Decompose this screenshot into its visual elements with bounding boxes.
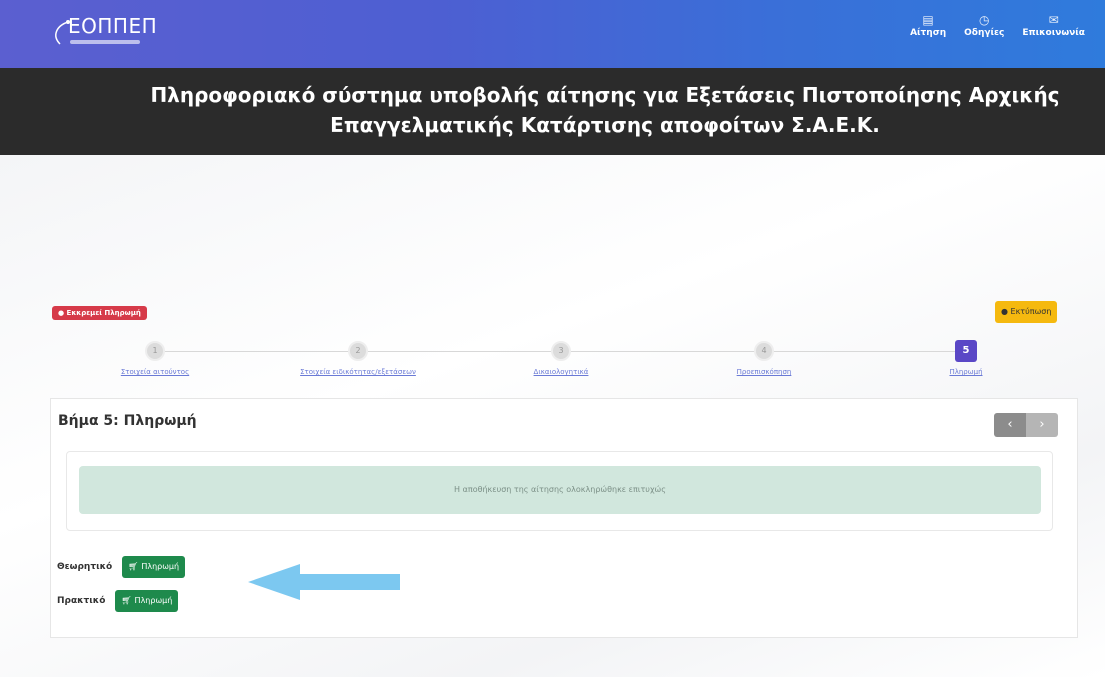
pending-payment-label: Εκκρεμεί Πληρωμή [66,309,141,317]
card-title: Βήμα 5: Πληρωμή [58,413,197,429]
step-label[interactable]: Δικαιολογητικά [534,368,589,376]
step-1[interactable]: 1 Στοιχεία αιτούντος [90,341,220,376]
next-step-button[interactable]: › [1026,413,1058,437]
step-number: 2 [348,341,368,361]
title-band: Πληροφοριακό σύστημα υποβολής αίτησης γι… [0,68,1105,155]
document-icon: ▤ [922,13,934,27]
step-5[interactable]: 5 Πληρωμή [901,340,1031,376]
cart-icon: 🛒︎ [128,562,139,571]
step-pager: ‹ › [994,413,1058,437]
practical-payment-row: Πρακτικό 🛒︎ Πληρωμή [57,590,179,612]
status-container: Η αποθήκευση της αίτησης ολοκληρώθηκε επ… [66,451,1053,531]
step-label[interactable]: Πληρωμή [949,368,982,376]
step-label[interactable]: Στοιχεία ειδικότητας/εξετάσεων [300,368,416,376]
page-title-line2: Επαγγελματικής Κατάρτισης αποφοίτων Σ.Α.… [330,113,880,137]
success-alert: Η αποθήκευση της αίτησης ολοκληρώθηκε επ… [79,466,1041,514]
chevron-left-icon: ‹ [1007,417,1013,432]
pending-payment-badge: ● Εκκρεμεί Πληρωμή [52,306,147,320]
step-number-active: 5 [955,340,977,362]
step-label[interactable]: Προεπισκόπηση [737,368,792,376]
step-2[interactable]: 2 Στοιχεία ειδικότητας/εξετάσεων [293,341,423,376]
cart-icon: 🛒︎ [121,596,132,605]
step-3[interactable]: 3 Δικαιολογητικά [496,341,626,376]
theory-pay-button[interactable]: 🛒︎ Πληρωμή [122,556,186,578]
step-4[interactable]: 4 Προεπισκόπηση [699,341,829,376]
step-number: 3 [551,341,571,361]
theory-label: Θεωρητικό [57,562,113,572]
print-button-label: Εκτύπωση [1010,307,1052,316]
practical-label: Πρακτικό [57,596,106,606]
clock-icon: ◷ [979,13,990,27]
logo-text: ΕΟΠΠΕΠ [68,14,158,38]
nav-link-label: Επικοινωνία [1022,28,1085,38]
practical-pay-button[interactable]: 🛒︎ Πληρωμή [115,590,179,612]
print-button[interactable]: ● Εκτύπωση [995,301,1058,323]
nav-link-label: Αίτηση [910,28,947,38]
step-label[interactable]: Στοιχεία αιτούντος [121,368,189,376]
alert-circle-icon: ● [58,309,65,317]
theory-payment-row: Θεωρητικό 🛒︎ Πληρωμή [57,556,186,578]
nav-link-instructions[interactable]: ◷ Οδηγίες [964,12,1004,38]
step-card: Βήμα 5: Πληρωμή ‹ › Η αποθήκευση της αίτ… [50,398,1078,638]
nav-link-contact[interactable]: ✉ Επικοινωνία [1022,12,1085,38]
top-navbar: ΕΟΠΠΕΠ ▤ Αίτηση ◷ Οδηγίες ✉ Επικοινωνία [0,0,1105,68]
nav-links: ▤ Αίτηση ◷ Οδηγίες ✉ Επικοινωνία [910,12,1085,38]
nav-link-application[interactable]: ▤ Αίτηση [910,12,946,38]
envelope-icon: ✉ [1048,13,1059,27]
step-number: 1 [145,341,165,361]
page-title: Πληροφοριακό σύστημα υποβολής αίτησης γι… [110,80,1100,140]
chevron-right-icon: › [1039,417,1045,432]
pay-button-label: Πληρωμή [134,596,173,605]
previous-step-button[interactable]: ‹ [994,413,1026,437]
step-number: 4 [754,341,774,361]
page-title-line1: Πληροφοριακό σύστημα υποβολής αίτησης γι… [150,83,1060,107]
logo-subtitle-bar [70,40,140,44]
annotation-arrow-icon [248,564,400,600]
eoppep-logo[interactable]: ΕΟΠΠΕΠ [50,14,160,48]
pay-button-label: Πληρωμή [141,562,180,571]
nav-link-label: Οδηγίες [964,28,1005,38]
printer-icon: ● [1001,307,1008,316]
